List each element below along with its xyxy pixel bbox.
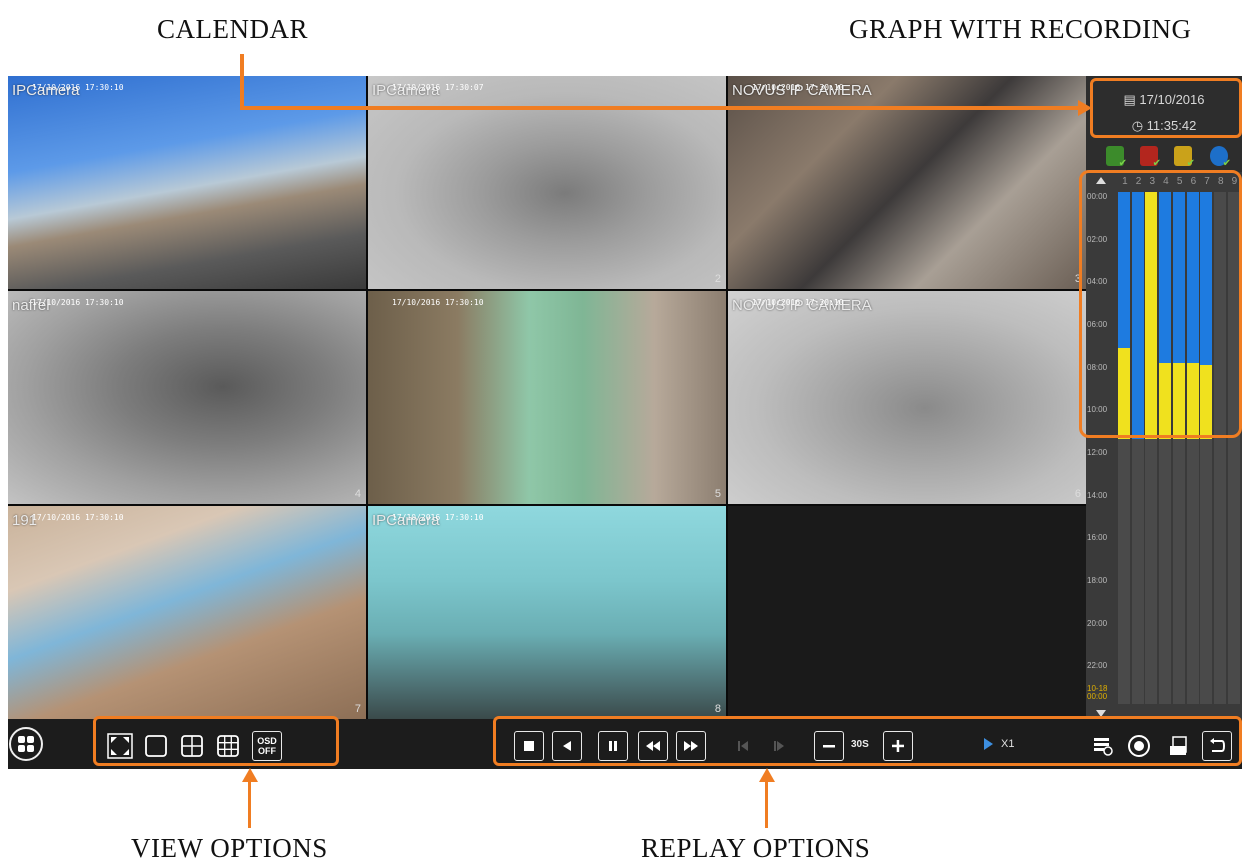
camera-tile-5[interactable]: 17/10/2016 17:30:10 5 bbox=[368, 291, 726, 504]
graph-highlight bbox=[1079, 170, 1242, 438]
alarm-record-icon[interactable]: ✔ bbox=[1140, 146, 1161, 169]
main-menu-button[interactable] bbox=[9, 727, 43, 761]
camera-timestamp: 17/10/2016 17:30:07 bbox=[392, 83, 484, 92]
camera-timestamp: 17/10/2016 17:30:10 bbox=[32, 298, 124, 307]
hour-tick-label: 12:00 bbox=[1087, 448, 1108, 457]
camera-tile-6[interactable]: NOVUS IP CAMERA 17/10/2016 17:30:10 6 bbox=[728, 291, 1086, 504]
camera-timestamp: 17/10/2016 17:30:10 bbox=[752, 298, 844, 307]
channel-number: 4 bbox=[354, 488, 361, 500]
hour-tick-label: 14:00 bbox=[1087, 490, 1108, 500]
replay-options-highlight bbox=[493, 716, 1242, 766]
camera-timestamp: 17/10/2016 17:30:10 bbox=[32, 83, 124, 92]
hour-tick-label: 20:00 bbox=[1087, 618, 1108, 628]
camera-tile-8[interactable]: IPCamera 17/10/2016 17:30:10 8 bbox=[368, 506, 726, 719]
hour-tick-label: 18:00 bbox=[1087, 576, 1108, 585]
camera-timestamp: 17/10/2016 17:30:10 bbox=[392, 513, 484, 522]
record-type-filters: ✔ ✔ ✔ ✔ bbox=[1086, 146, 1242, 170]
camera-timestamp: 17/10/2016 17:30:10 bbox=[32, 513, 124, 522]
replay-options-callout-arrow bbox=[759, 768, 775, 782]
camera-timestamp: 17/10/2016 17:30:10 bbox=[392, 298, 484, 307]
graph-annotation: GRAPH WITH RECORDING bbox=[849, 14, 1192, 44]
camera-timestamp: 17/10/2016 17:30:10 bbox=[752, 83, 844, 92]
calendar-annotation: CALENDAR bbox=[157, 14, 308, 44]
calendar-callout-horizontal bbox=[240, 106, 1082, 110]
calendar-callout-vertical bbox=[240, 54, 244, 110]
replay-options-callout-line bbox=[765, 780, 768, 828]
manual-record-icon[interactable]: ✔ bbox=[1106, 146, 1127, 169]
camera-tile-4[interactable]: nafrel 17/10/2016 17:30:10 4 bbox=[8, 291, 366, 504]
view-options-annotation: VIEW OPTIONS bbox=[131, 833, 328, 863]
view-options-callout-arrow bbox=[242, 768, 258, 782]
camera-tile-9[interactable] bbox=[728, 506, 1086, 719]
view-options-callout-line bbox=[248, 780, 251, 828]
motion-record-icon[interactable]: ✔ bbox=[1174, 146, 1195, 169]
channel-number: 6 bbox=[1074, 488, 1081, 500]
end-time-label: 00:00 bbox=[1087, 692, 1108, 701]
channel-number: 7 bbox=[354, 703, 361, 715]
replay-options-annotation: REPLAY OPTIONS bbox=[641, 833, 871, 863]
camera-grid: IPCamera 17/10/2016 17:30:10 IPCamera 17… bbox=[8, 76, 1086, 719]
hour-tick-label: 16:00 bbox=[1087, 533, 1108, 543]
channel-number: 5 bbox=[714, 488, 721, 500]
grid-menu-icon bbox=[18, 736, 34, 752]
channel-number: 8 bbox=[714, 703, 721, 715]
schedule-record-icon[interactable]: ✔ bbox=[1210, 146, 1231, 169]
camera-tile-7[interactable]: 191 17/10/2016 17:30:10 7 bbox=[8, 506, 366, 719]
calendar-highlight bbox=[1090, 78, 1242, 138]
view-options-highlight bbox=[93, 716, 339, 766]
channel-number: 2 bbox=[714, 273, 721, 285]
hour-tick-label: 22:00 bbox=[1087, 661, 1108, 671]
